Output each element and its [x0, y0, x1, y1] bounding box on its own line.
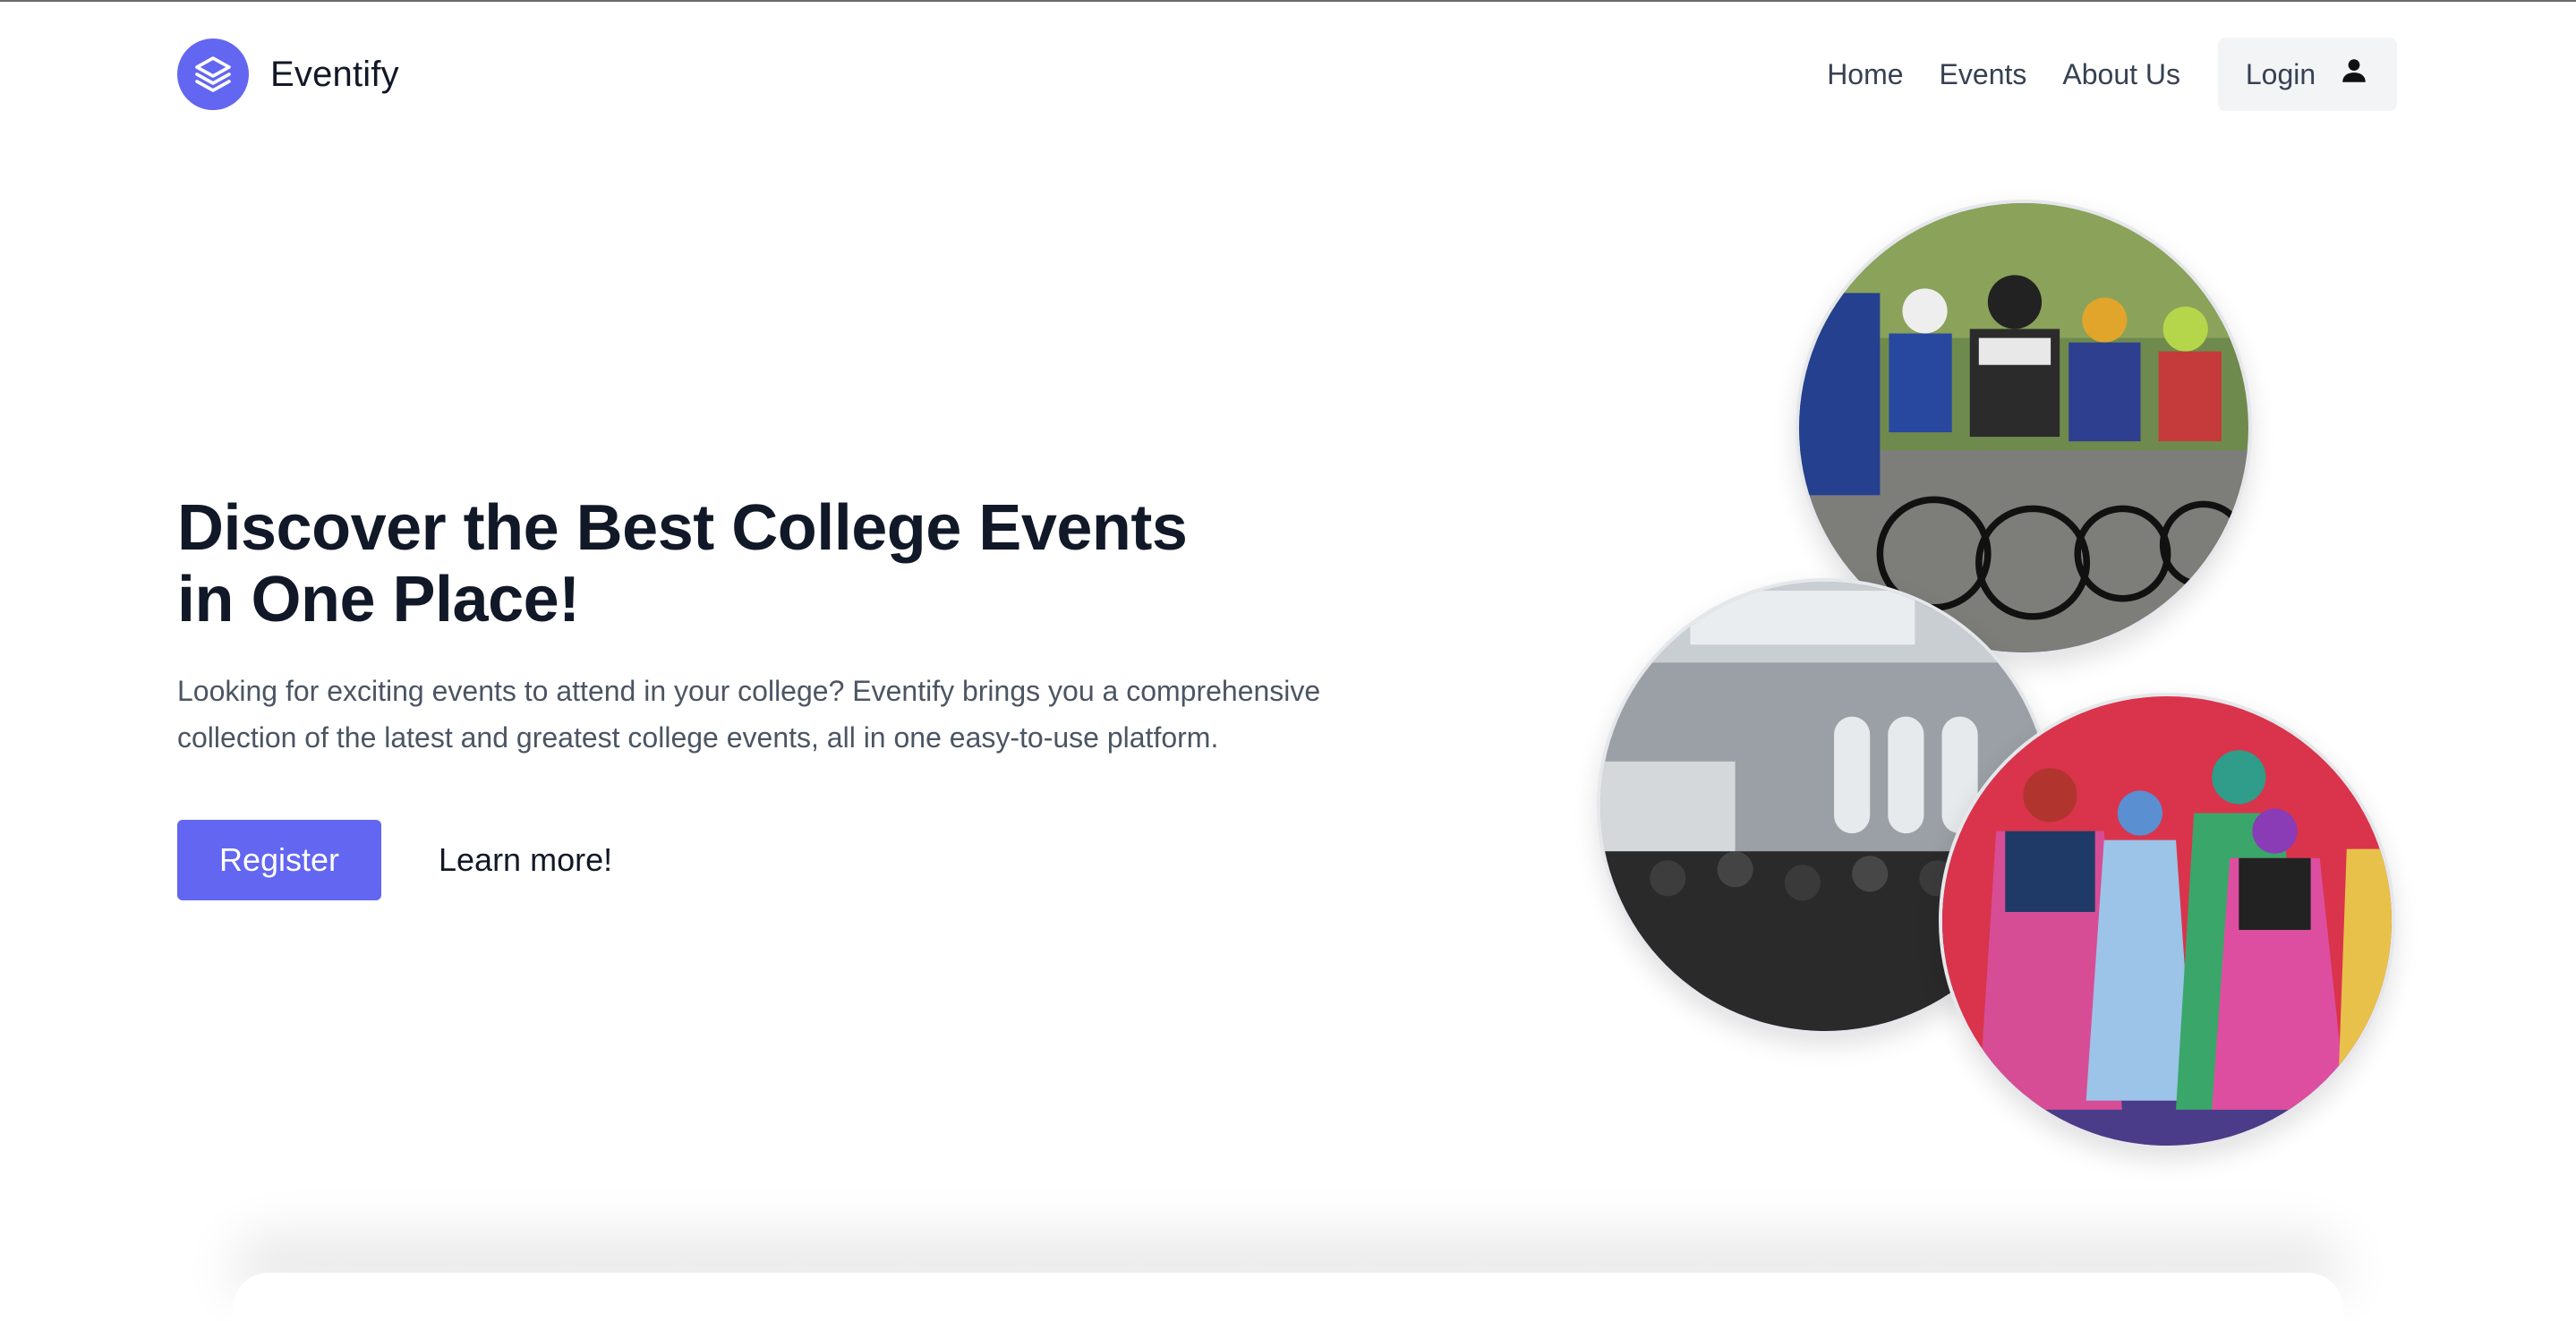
hero-actions: Register Learn more! — [177, 820, 1430, 900]
login-button[interactable]: Login — [2218, 38, 2397, 111]
login-label: Login — [2245, 57, 2316, 90]
user-icon — [2339, 55, 2369, 93]
register-button[interactable]: Register — [177, 820, 381, 900]
nav-events-link[interactable]: Events — [1940, 58, 2027, 91]
nav-home-link[interactable]: Home — [1827, 58, 1903, 91]
page: Eventify Home Events About Us Login Disc… — [0, 0, 2576, 1321]
learn-more-link[interactable]: Learn more! — [439, 841, 612, 879]
layers-icon — [177, 38, 249, 110]
folk-dance-photo — [1939, 693, 2395, 1149]
hero-title: Discover the Best College Events in One … — [177, 492, 1430, 635]
hero-section: Discover the Best College Events in One … — [177, 492, 1430, 900]
main-nav: Home Events About Us Login — [1827, 38, 2397, 111]
brand[interactable]: Eventify — [177, 38, 399, 110]
nav-about-link[interactable]: About Us — [2062, 58, 2180, 91]
header: Eventify Home Events About Us Login — [177, 38, 2397, 111]
hero-title-line1: Discover the Best College Events — [177, 492, 1188, 564]
hero-title-line2: in One Place! — [177, 564, 580, 635]
next-section-edge — [233, 1273, 2343, 1321]
brand-name: Eventify — [270, 54, 399, 94]
hero-description: Looking for exciting events to attend in… — [177, 675, 1321, 754]
